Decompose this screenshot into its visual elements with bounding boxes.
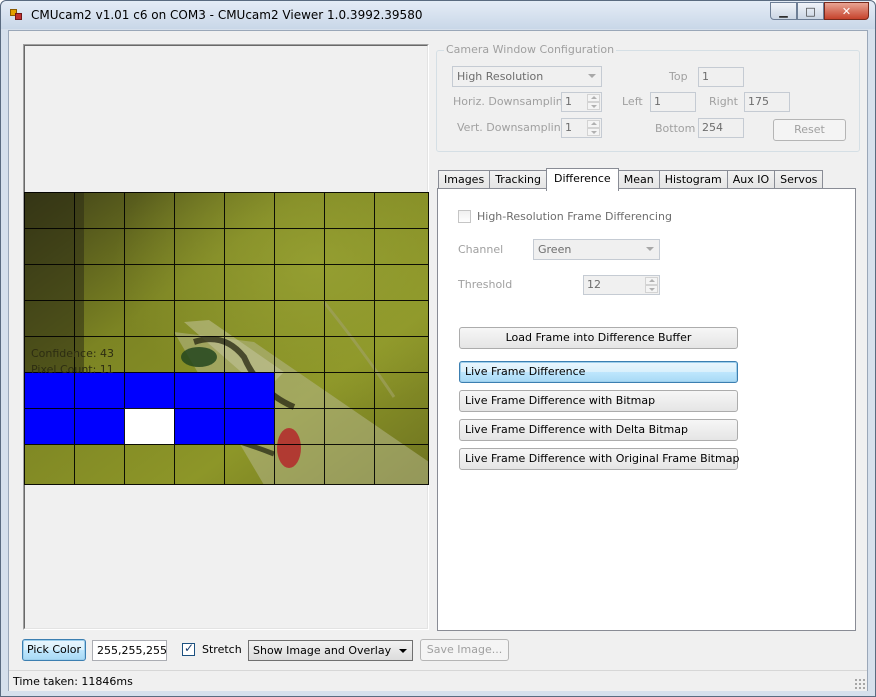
status-bar: Time taken: 11846ms bbox=[9, 670, 867, 691]
status-text: Time taken: 11846ms bbox=[13, 675, 133, 688]
tab-servos[interactable]: Servos bbox=[774, 170, 824, 190]
app-window: CMUcam2 v1.01 c6 on COM3 - CMUcam2 Viewe… bbox=[0, 0, 876, 697]
threshold-value: 12 bbox=[587, 278, 601, 291]
stepper-up-icon[interactable] bbox=[645, 277, 658, 285]
chevron-down-icon bbox=[588, 74, 596, 78]
display-mode-value: Show Image and Overlay bbox=[253, 644, 392, 657]
tab-difference[interactable]: Difference bbox=[545, 168, 619, 191]
load-difference-buffer-button[interactable]: Load Frame into Difference Buffer bbox=[459, 327, 738, 349]
vert-downsampling-value: 1 bbox=[565, 121, 572, 134]
hires-differencing-checkbox[interactable] bbox=[458, 210, 471, 223]
resize-grip-icon[interactable] bbox=[854, 678, 865, 689]
live-difference-bitmap-button[interactable]: Live Frame Difference with Bitmap bbox=[459, 390, 738, 412]
client-area: Confidence: 43 Pixel Count: 11 Camera Wi… bbox=[8, 30, 868, 691]
resolution-value: High Resolution bbox=[457, 70, 544, 83]
live-difference-original-bitmap-button[interactable]: Live Frame Difference with Original Fram… bbox=[459, 448, 739, 470]
horiz-downsampling-value: 1 bbox=[565, 95, 572, 108]
centroid-marker bbox=[124, 408, 174, 444]
horiz-downsampling-stepper[interactable]: 1 bbox=[561, 92, 602, 112]
channel-select[interactable]: Green bbox=[533, 239, 660, 260]
live-difference-delta-bitmap-button[interactable]: Live Frame Difference with Delta Bitmap bbox=[459, 419, 738, 441]
camera-image-view[interactable]: Confidence: 43 Pixel Count: 11 bbox=[24, 192, 429, 485]
title-bar[interactable]: CMUcam2 v1.01 c6 on COM3 - CMUcam2 Viewe… bbox=[1, 1, 875, 29]
app-icon bbox=[10, 9, 23, 21]
left-label: Left bbox=[622, 95, 643, 108]
save-image-button[interactable]: Save Image... bbox=[420, 639, 509, 661]
tab-histogram[interactable]: Histogram bbox=[658, 170, 728, 190]
top-label: Top bbox=[669, 70, 688, 83]
pixel-count-text: Pixel Count: 11 bbox=[31, 363, 114, 376]
hires-differencing-label: High-Resolution Frame Differencing bbox=[477, 210, 672, 223]
vert-downsampling-label: Vert. Downsampling bbox=[457, 121, 568, 134]
threshold-label: Threshold bbox=[458, 278, 513, 291]
tab-tracking[interactable]: Tracking bbox=[489, 170, 547, 190]
right-label: Right bbox=[709, 95, 738, 108]
camera-frame bbox=[24, 192, 429, 485]
stretch-checkbox[interactable] bbox=[182, 641, 195, 656]
horiz-downsampling-label: Horiz. Downsampling bbox=[453, 95, 570, 108]
resolution-select[interactable]: High Resolution bbox=[452, 66, 602, 87]
threshold-stepper[interactable]: 12 bbox=[583, 275, 660, 295]
tab-auxio[interactable]: Aux IO bbox=[726, 170, 776, 190]
stepper-down-icon[interactable] bbox=[587, 128, 600, 136]
tab-mean[interactable]: Mean bbox=[617, 170, 660, 190]
stepper-up-icon[interactable] bbox=[587, 94, 600, 102]
color-value-field[interactable]: 255,255,255 bbox=[92, 640, 167, 661]
stretch-label: Stretch bbox=[202, 643, 242, 656]
chevron-down-icon bbox=[399, 649, 407, 653]
tab-images[interactable]: Images bbox=[438, 170, 491, 190]
stepper-up-icon[interactable] bbox=[587, 120, 600, 128]
display-mode-select[interactable]: Show Image and Overlay bbox=[248, 640, 413, 661]
bottom-label: Bottom bbox=[655, 122, 696, 135]
right-field[interactable]: 175 bbox=[744, 92, 790, 112]
channel-value: Green bbox=[538, 243, 572, 256]
maximize-button[interactable]: □ bbox=[797, 2, 824, 20]
close-button[interactable]: ✕ bbox=[824, 2, 869, 20]
left-field[interactable]: 1 bbox=[650, 92, 696, 112]
stepper-down-icon[interactable] bbox=[645, 285, 658, 293]
config-legend: Camera Window Configuration bbox=[444, 43, 617, 56]
confidence-text: Confidence: 43 bbox=[31, 347, 115, 360]
tab-strip: Images Tracking Difference Mean Histogra… bbox=[438, 168, 824, 191]
live-frame-difference-button[interactable]: Live Frame Difference bbox=[459, 361, 738, 383]
window-title: CMUcam2 v1.01 c6 on COM3 - CMUcam2 Viewe… bbox=[31, 8, 423, 22]
top-field[interactable]: 1 bbox=[698, 67, 744, 87]
vert-downsampling-stepper[interactable]: 1 bbox=[561, 118, 602, 138]
bottom-field[interactable]: 254 bbox=[698, 118, 744, 138]
chevron-down-icon bbox=[646, 247, 654, 251]
channel-label: Channel bbox=[458, 243, 504, 256]
minimize-button[interactable]: ▁ bbox=[770, 2, 797, 20]
reset-button[interactable]: Reset bbox=[773, 119, 846, 141]
difference-tab-page: High-Resolution Frame Differencing Chann… bbox=[437, 188, 856, 631]
stepper-down-icon[interactable] bbox=[587, 102, 600, 110]
pick-color-button[interactable]: Pick Color bbox=[22, 639, 86, 661]
